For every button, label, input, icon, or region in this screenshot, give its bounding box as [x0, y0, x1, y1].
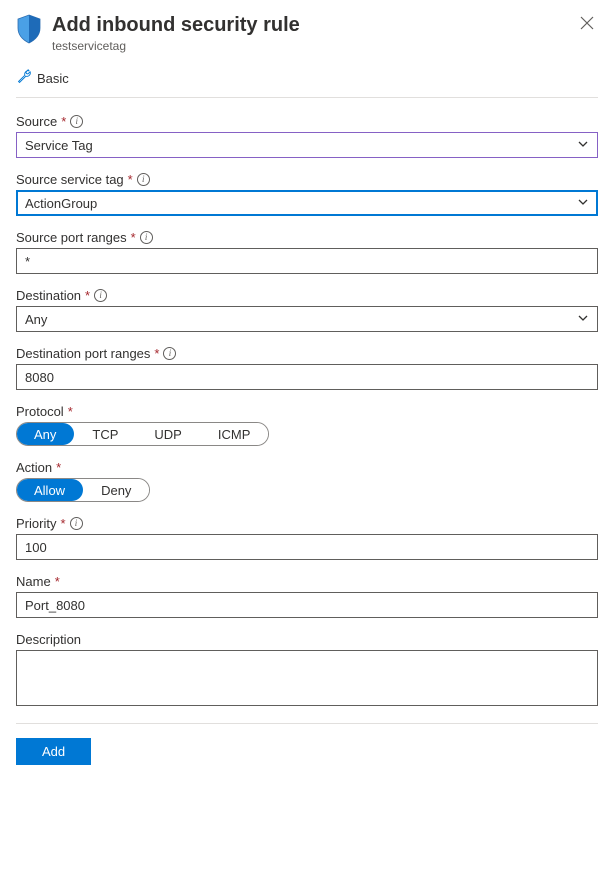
required-marker: * [85, 288, 90, 303]
panel-header: Add inbound security rule testservicetag [16, 12, 598, 61]
description-input[interactable] [16, 650, 598, 706]
source-label: Source [16, 114, 57, 129]
description-label: Description [16, 632, 81, 647]
name-label: Name [16, 574, 51, 589]
action-group: Allow Deny [16, 478, 150, 502]
chevron-down-icon [577, 138, 589, 153]
action-option-deny[interactable]: Deny [83, 479, 149, 501]
required-marker: * [154, 346, 159, 361]
basic-toggle[interactable]: Basic [16, 61, 598, 98]
action-option-allow[interactable]: Allow [16, 479, 83, 501]
basic-toggle-label: Basic [37, 71, 69, 86]
source-service-tag-select[interactable]: ActionGroup [16, 190, 598, 216]
info-icon[interactable]: i [140, 231, 153, 244]
required-marker: * [56, 460, 61, 475]
priority-input[interactable] [16, 534, 598, 560]
required-marker: * [131, 230, 136, 245]
info-icon[interactable]: i [70, 115, 83, 128]
chevron-down-icon [577, 196, 589, 211]
priority-label: Priority [16, 516, 56, 531]
protocol-option-any[interactable]: Any [16, 423, 74, 445]
source-service-tag-value: ActionGroup [25, 196, 97, 211]
protocol-label: Protocol [16, 404, 64, 419]
required-marker: * [61, 114, 66, 129]
source-select-value: Service Tag [25, 138, 93, 153]
panel-footer: Add [16, 723, 598, 765]
action-label: Action [16, 460, 52, 475]
destination-port-ranges-label: Destination port ranges [16, 346, 150, 361]
required-marker: * [55, 574, 60, 589]
protocol-group: Any TCP UDP ICMP [16, 422, 269, 446]
chevron-down-icon [577, 312, 589, 327]
page-title: Add inbound security rule [52, 12, 566, 38]
destination-port-ranges-input[interactable] [16, 364, 598, 390]
source-select[interactable]: Service Tag [16, 132, 598, 158]
destination-select[interactable]: Any [16, 306, 598, 332]
protocol-option-udp[interactable]: UDP [136, 423, 199, 445]
wrench-icon [16, 69, 31, 87]
info-icon[interactable]: i [70, 517, 83, 530]
protocol-option-icmp[interactable]: ICMP [200, 423, 269, 445]
required-marker: * [128, 172, 133, 187]
source-service-tag-label: Source service tag [16, 172, 124, 187]
destination-label: Destination [16, 288, 81, 303]
protocol-option-tcp[interactable]: TCP [74, 423, 136, 445]
destination-select-value: Any [25, 312, 47, 327]
info-icon[interactable]: i [94, 289, 107, 302]
name-input[interactable] [16, 592, 598, 618]
required-marker: * [68, 404, 73, 419]
source-port-ranges-input[interactable] [16, 248, 598, 274]
info-icon[interactable]: i [137, 173, 150, 186]
info-icon[interactable]: i [163, 347, 176, 360]
close-button[interactable] [576, 12, 598, 38]
resource-name: testservicetag [52, 39, 566, 53]
add-button[interactable]: Add [16, 738, 91, 765]
source-port-ranges-label: Source port ranges [16, 230, 127, 245]
required-marker: * [60, 516, 65, 531]
shield-icon [16, 14, 42, 47]
